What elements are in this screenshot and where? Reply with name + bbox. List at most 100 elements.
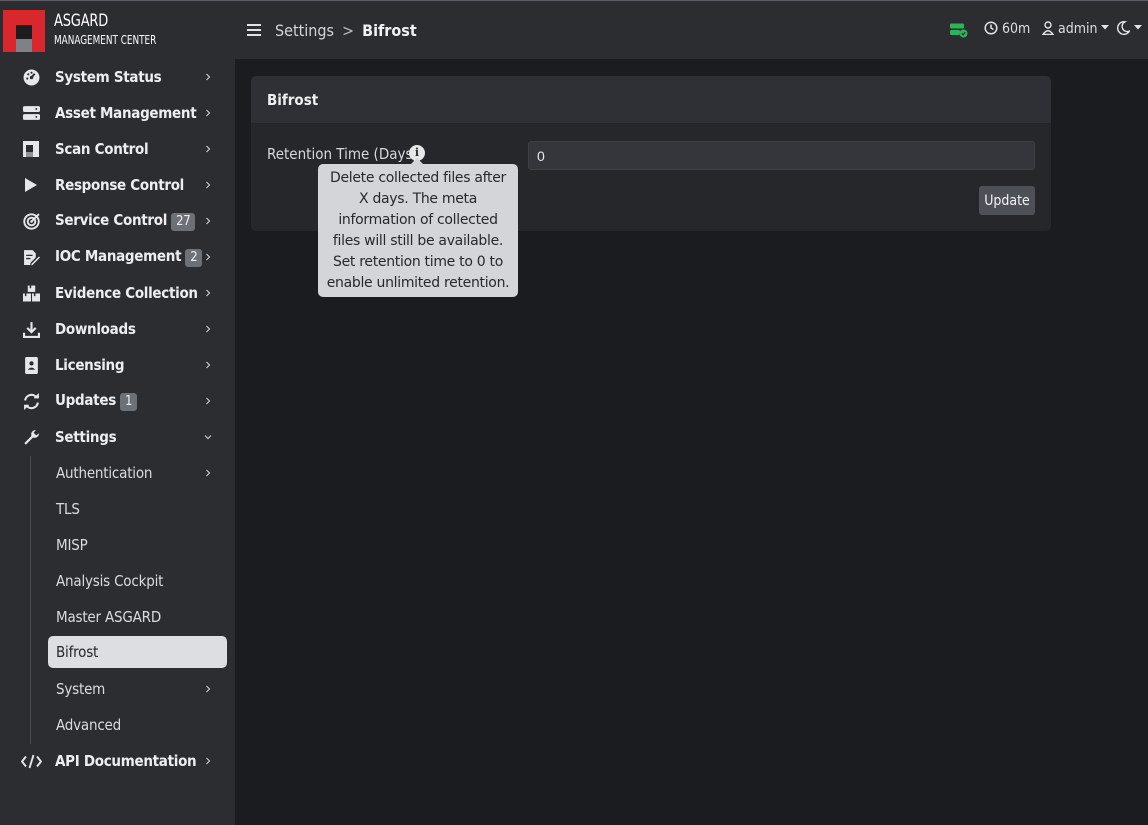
user-menu[interactable]: admin — [1041, 21, 1110, 37]
sidebar-item-label: Response Control — [55, 176, 184, 194]
brand-subtitle: MANAGEMENT CENTER — [54, 33, 157, 47]
scan-icon — [22, 140, 40, 158]
sidebar-subitem-system[interactable]: System — [48, 673, 227, 705]
sidebar-subitem-master-asgard[interactable]: Master ASGARD — [48, 601, 227, 633]
sidebar-item-label: Settings — [55, 428, 117, 446]
sidebar-item-text: Updates — [55, 391, 116, 409]
sidebar-subitem-label: MISP — [56, 536, 88, 554]
breadcrumb: Settings > Bifrost — [275, 21, 417, 40]
sidebar-item-text: Service Control — [55, 211, 168, 229]
logo-block-gray — [16, 39, 32, 52]
sidebar-item-label: Evidence Collection — [55, 284, 198, 302]
chevron-right-icon — [206, 397, 211, 405]
sidebar-item-asset-management[interactable]: Asset Management — [0, 95, 235, 131]
sidebar-item-ioc-management[interactable]: IOC Management 2 — [0, 239, 235, 275]
sidebar: ASGARD MANAGEMENT CENTER System Status A… — [0, 1, 235, 825]
play-icon — [22, 176, 40, 194]
wrench-icon — [22, 428, 40, 446]
boxes-icon — [22, 284, 40, 302]
chevron-right-icon — [206, 109, 211, 117]
edit-file-icon — [22, 248, 40, 266]
theme-toggle[interactable] — [1117, 21, 1142, 37]
card-title: Bifrost — [267, 91, 319, 109]
sidebar-subitem-advanced[interactable]: Advanced — [48, 709, 227, 741]
sidebar-item-label: Scan Control — [55, 140, 149, 158]
chevron-right-icon — [206, 253, 211, 261]
sidebar-item-label: IOC Management 2 — [55, 247, 203, 267]
gauge-icon — [22, 68, 40, 86]
count-badge: 2 — [185, 249, 203, 267]
moon-icon — [1117, 21, 1132, 35]
submenu-guide-line — [30, 456, 31, 744]
sidebar-item-response-control[interactable]: Response Control — [0, 167, 235, 203]
chevron-down-icon — [204, 435, 212, 440]
count-badge: 27 — [171, 213, 196, 231]
id-card-icon — [22, 356, 40, 374]
sidebar-item-downloads[interactable]: Downloads — [0, 311, 235, 347]
chevron-right-icon — [206, 181, 211, 189]
code-icon — [20, 752, 42, 770]
session-timer-value: 60m — [1002, 21, 1031, 37]
sidebar-item-licensing[interactable]: Licensing — [0, 347, 235, 383]
brand-text: ASGARD MANAGEMENT CENTER — [54, 11, 179, 47]
chevron-right-icon — [206, 73, 211, 81]
sidebar-item-label: Service Control 27 — [55, 211, 196, 231]
menu-icon[interactable] — [247, 24, 261, 36]
target-icon — [22, 212, 40, 230]
asgard-logo[interactable] — [3, 10, 45, 52]
retention-time-input[interactable] — [528, 141, 1035, 170]
chevron-right-icon — [206, 217, 211, 225]
menu-bar — [247, 29, 261, 31]
count-badge: 1 — [119, 393, 138, 411]
sidebar-subitem-authentication[interactable]: Authentication — [48, 457, 227, 489]
sidebar-subitem-misp[interactable]: MISP — [48, 529, 227, 561]
timer-icon — [984, 21, 998, 35]
sidebar-item-scan-control[interactable]: Scan Control — [0, 131, 235, 167]
logo-block — [16, 25, 32, 39]
breadcrumb-current: Bifrost — [362, 21, 417, 40]
chevron-right-icon — [206, 289, 211, 297]
menu-bar — [247, 24, 261, 26]
sidebar-item-label: System Status — [55, 68, 162, 86]
sidebar-item-evidence-collection[interactable]: Evidence Collection — [0, 275, 235, 311]
sidebar-item-service-control[interactable]: Service Control 27 — [0, 203, 235, 239]
update-button[interactable]: Update — [979, 186, 1035, 215]
sync-icon — [22, 392, 40, 410]
sidebar-item-updates[interactable]: Updates 1 — [0, 383, 235, 419]
sidebar-subitem-label: Authentication — [56, 464, 153, 482]
breadcrumb-settings[interactable]: Settings — [275, 21, 334, 40]
server-status-icon[interactable] — [950, 23, 968, 42]
server-icon — [22, 104, 40, 122]
chevron-right-icon — [206, 361, 211, 369]
card-header — [251, 76, 1051, 124]
menu-bar — [247, 34, 261, 36]
user-icon — [1041, 21, 1055, 36]
breadcrumb-separator: > — [342, 21, 355, 40]
sidebar-subitem-label: TLS — [56, 500, 80, 518]
sidebar-item-label: Asset Management — [55, 104, 197, 122]
retention-time-label: Retention Time (Days) — [267, 145, 418, 163]
sidebar-subitem-label: Bifrost — [56, 643, 99, 661]
sidebar-subitem-analysis-cockpit[interactable]: Analysis Cockpit — [48, 565, 227, 597]
sidebar-subitem-label: Advanced — [56, 716, 122, 734]
sidebar-item-text: IOC Management — [55, 247, 182, 265]
brand-title: ASGARD — [54, 11, 109, 31]
sidebar-item-api-documentation[interactable]: API Documentation — [0, 743, 235, 779]
caret-down-icon — [1134, 25, 1142, 30]
sidebar-item-label: Updates 1 — [55, 391, 138, 411]
chevron-right-icon — [206, 325, 211, 333]
chevron-right-icon — [206, 145, 211, 153]
sidebar-subitem-label: Master ASGARD — [56, 608, 162, 626]
caret-down-icon — [1101, 25, 1110, 30]
sidebar-item-settings[interactable]: Settings — [0, 419, 235, 455]
sidebar-subitem-tls[interactable]: TLS — [48, 493, 227, 525]
chevron-right-icon — [206, 757, 211, 765]
sidebar-item-label: API Documentation — [55, 752, 197, 770]
sidebar-item-label: Licensing — [55, 356, 125, 374]
user-name: admin — [1058, 21, 1098, 37]
sidebar-item-system-status[interactable]: System Status — [0, 59, 235, 95]
chevron-right-icon — [206, 469, 211, 477]
sidebar-subitem-bifrost[interactable]: Bifrost — [48, 636, 227, 668]
sidebar-subitem-label: System — [56, 680, 106, 698]
session-timer[interactable]: 60m — [984, 21, 1030, 37]
